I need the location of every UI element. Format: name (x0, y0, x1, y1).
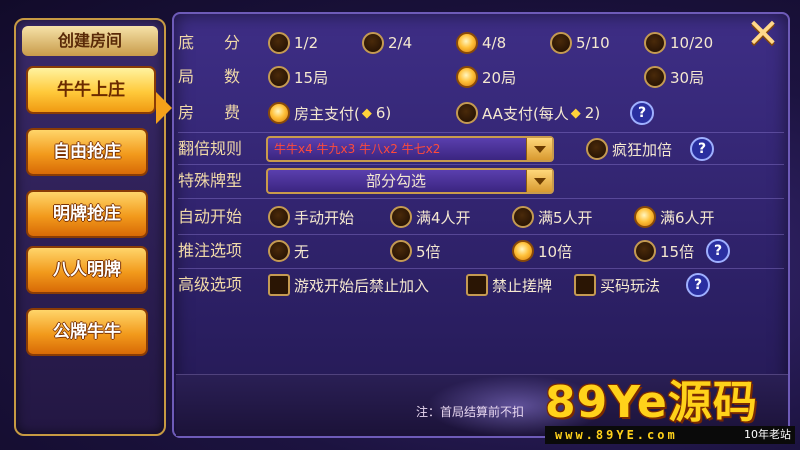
base-score-option[interactable]: 2/4 (362, 31, 412, 55)
sidebar-title: 创建房间 (22, 26, 158, 56)
base-score-label: 底分 (178, 33, 271, 52)
no-card-rubbing-checkbox[interactable]: 禁止搓牌 (466, 273, 552, 297)
sidebar-item-free-grab-banker[interactable]: 自由抢庄 (26, 128, 148, 176)
watermark-url: www.89YE.com (555, 428, 678, 442)
radio-icon (268, 240, 290, 262)
advanced-help-icon[interactable]: ? (686, 273, 710, 297)
checkbox-icon (466, 274, 488, 296)
chevron-down-icon[interactable] (526, 138, 552, 160)
radio-icon (456, 102, 478, 124)
radio-icon (268, 66, 290, 88)
radio-selected-icon (456, 32, 478, 54)
divider (178, 132, 784, 133)
auto-start-label: 自动开始 (178, 207, 243, 226)
room-fee-label: 房费 (178, 103, 271, 122)
base-score-row: 底分 1/2 2/4 4/8 5/10 10/20 (174, 28, 786, 58)
watermark-logo: 89Ye源码 www.89YE.com 10年老站 (545, 378, 795, 446)
special-cards-value: 部分勾选 (365, 172, 426, 190)
rounds-label: 局数 (178, 67, 271, 86)
push-bet-label: 推注选项 (178, 241, 243, 260)
rounds-option[interactable]: 20局 (456, 65, 516, 89)
room-fee-aa-pay-option[interactable]: AA支付(每人 ◆ 2) (456, 101, 600, 125)
rounds-option[interactable]: 15局 (268, 65, 328, 89)
divider (178, 198, 784, 199)
radio-icon (390, 240, 412, 262)
auto-start-option[interactable]: 满4人开 (390, 205, 471, 229)
special-cards-row: 特殊牌型 部分勾选 (174, 166, 786, 196)
sidebar-item-niuniu-banker[interactable]: 牛牛上庄 (26, 66, 156, 114)
multiplier-rules-value: 牛牛x4 牛九x3 牛八x2 牛七x2 (274, 142, 441, 156)
divider (178, 234, 784, 235)
room-fee-help-icon[interactable]: ? (630, 101, 654, 125)
multiplier-rules-label: 翻倍规则 (178, 139, 243, 158)
divider (178, 268, 784, 269)
radio-icon (634, 240, 656, 262)
auto-start-row: 自动开始 手动开始 满4人开 满5人开 满6人开 (174, 202, 786, 232)
multiplier-rules-row: 翻倍规则 牛牛x4 牛九x3 牛八x2 牛七x2 疯狂加倍 ? (174, 134, 786, 164)
radio-icon (362, 32, 384, 54)
auto-start-option[interactable]: 满6人开 (634, 205, 715, 229)
radio-selected-icon (634, 206, 656, 228)
watermark-tag: 10年老站 (744, 428, 791, 441)
base-score-option[interactable]: 5/10 (550, 31, 610, 55)
radio-icon (268, 32, 290, 54)
watermark-brand: 89Ye源码 (545, 377, 758, 428)
radio-icon (390, 206, 412, 228)
room-fee-owner-pay-option[interactable]: 房主支付( ◆ 6) (268, 101, 391, 125)
special-cards-dropdown[interactable]: 部分勾选 (266, 168, 554, 194)
sidebar-item-open-card-grab-banker[interactable]: 明牌抢庄 (26, 190, 148, 238)
settings-panel: 底分 1/2 2/4 4/8 5/10 10/20 局数 15局 20局 30局… (172, 12, 790, 438)
crazy-double-option[interactable]: 疯狂加倍 (586, 137, 672, 161)
diamond-icon: ◆ (570, 105, 581, 121)
base-score-option[interactable]: 4/8 (456, 31, 506, 55)
close-icon[interactable]: ✕ (746, 14, 780, 54)
radio-icon (644, 32, 666, 54)
diamond-icon: ◆ (361, 105, 372, 121)
base-score-option[interactable]: 10/20 (644, 31, 713, 55)
sidebar-item-public-card-niuniu[interactable]: 公牌牛牛 (26, 308, 148, 356)
push-bet-help-icon[interactable]: ? (706, 239, 730, 263)
watermark-bar: www.89YE.com 10年老站 (545, 426, 795, 444)
push-bet-option[interactable]: 15倍 (634, 239, 694, 263)
radio-icon (586, 138, 608, 160)
push-bet-row: 推注选项 无 5倍 10倍 15倍 ? (174, 236, 786, 266)
base-score-option[interactable]: 1/2 (268, 31, 318, 55)
advanced-options-label: 高级选项 (178, 275, 243, 294)
radio-selected-icon (456, 66, 478, 88)
fee-note: 注：首局结算前不扣 (416, 405, 525, 419)
radio-icon (268, 206, 290, 228)
no-join-after-start-checkbox[interactable]: 游戏开始后禁止加入 (268, 273, 429, 297)
active-arrow-icon (156, 92, 172, 124)
auto-start-option[interactable]: 手动开始 (268, 205, 354, 229)
radio-selected-icon (268, 102, 290, 124)
rounds-row: 局数 15局 20局 30局 (174, 62, 786, 92)
sidebar-item-eight-player-open[interactable]: 八人明牌 (26, 246, 148, 294)
radio-icon (512, 206, 534, 228)
auto-start-option[interactable]: 满5人开 (512, 205, 593, 229)
special-cards-label: 特殊牌型 (178, 171, 243, 190)
rounds-option[interactable]: 30局 (644, 65, 704, 89)
checkbox-icon (574, 274, 596, 296)
push-bet-option[interactable]: 10倍 (512, 239, 572, 263)
radio-icon (550, 32, 572, 54)
advanced-options-row: 高级选项 游戏开始后禁止加入 禁止搓牌 买码玩法 ? (174, 270, 786, 300)
push-bet-option[interactable]: 无 (268, 239, 309, 263)
push-bet-option[interactable]: 5倍 (390, 239, 441, 263)
room-fee-row: 房费 房主支付( ◆ 6) AA支付(每人 ◆ 2) ? (174, 98, 786, 128)
radio-icon (644, 66, 666, 88)
buy-code-mode-checkbox[interactable]: 买码玩法 (574, 273, 660, 297)
multiplier-help-icon[interactable]: ? (690, 137, 714, 161)
radio-selected-icon (512, 240, 534, 262)
divider (178, 164, 784, 165)
multiplier-rules-dropdown[interactable]: 牛牛x4 牛九x3 牛八x2 牛七x2 (266, 136, 554, 162)
room-type-sidebar: 创建房间 牛牛上庄 自由抢庄 明牌抢庄 八人明牌 公牌牛牛 (14, 18, 172, 436)
checkbox-icon (268, 274, 290, 296)
chevron-down-icon[interactable] (526, 170, 552, 192)
